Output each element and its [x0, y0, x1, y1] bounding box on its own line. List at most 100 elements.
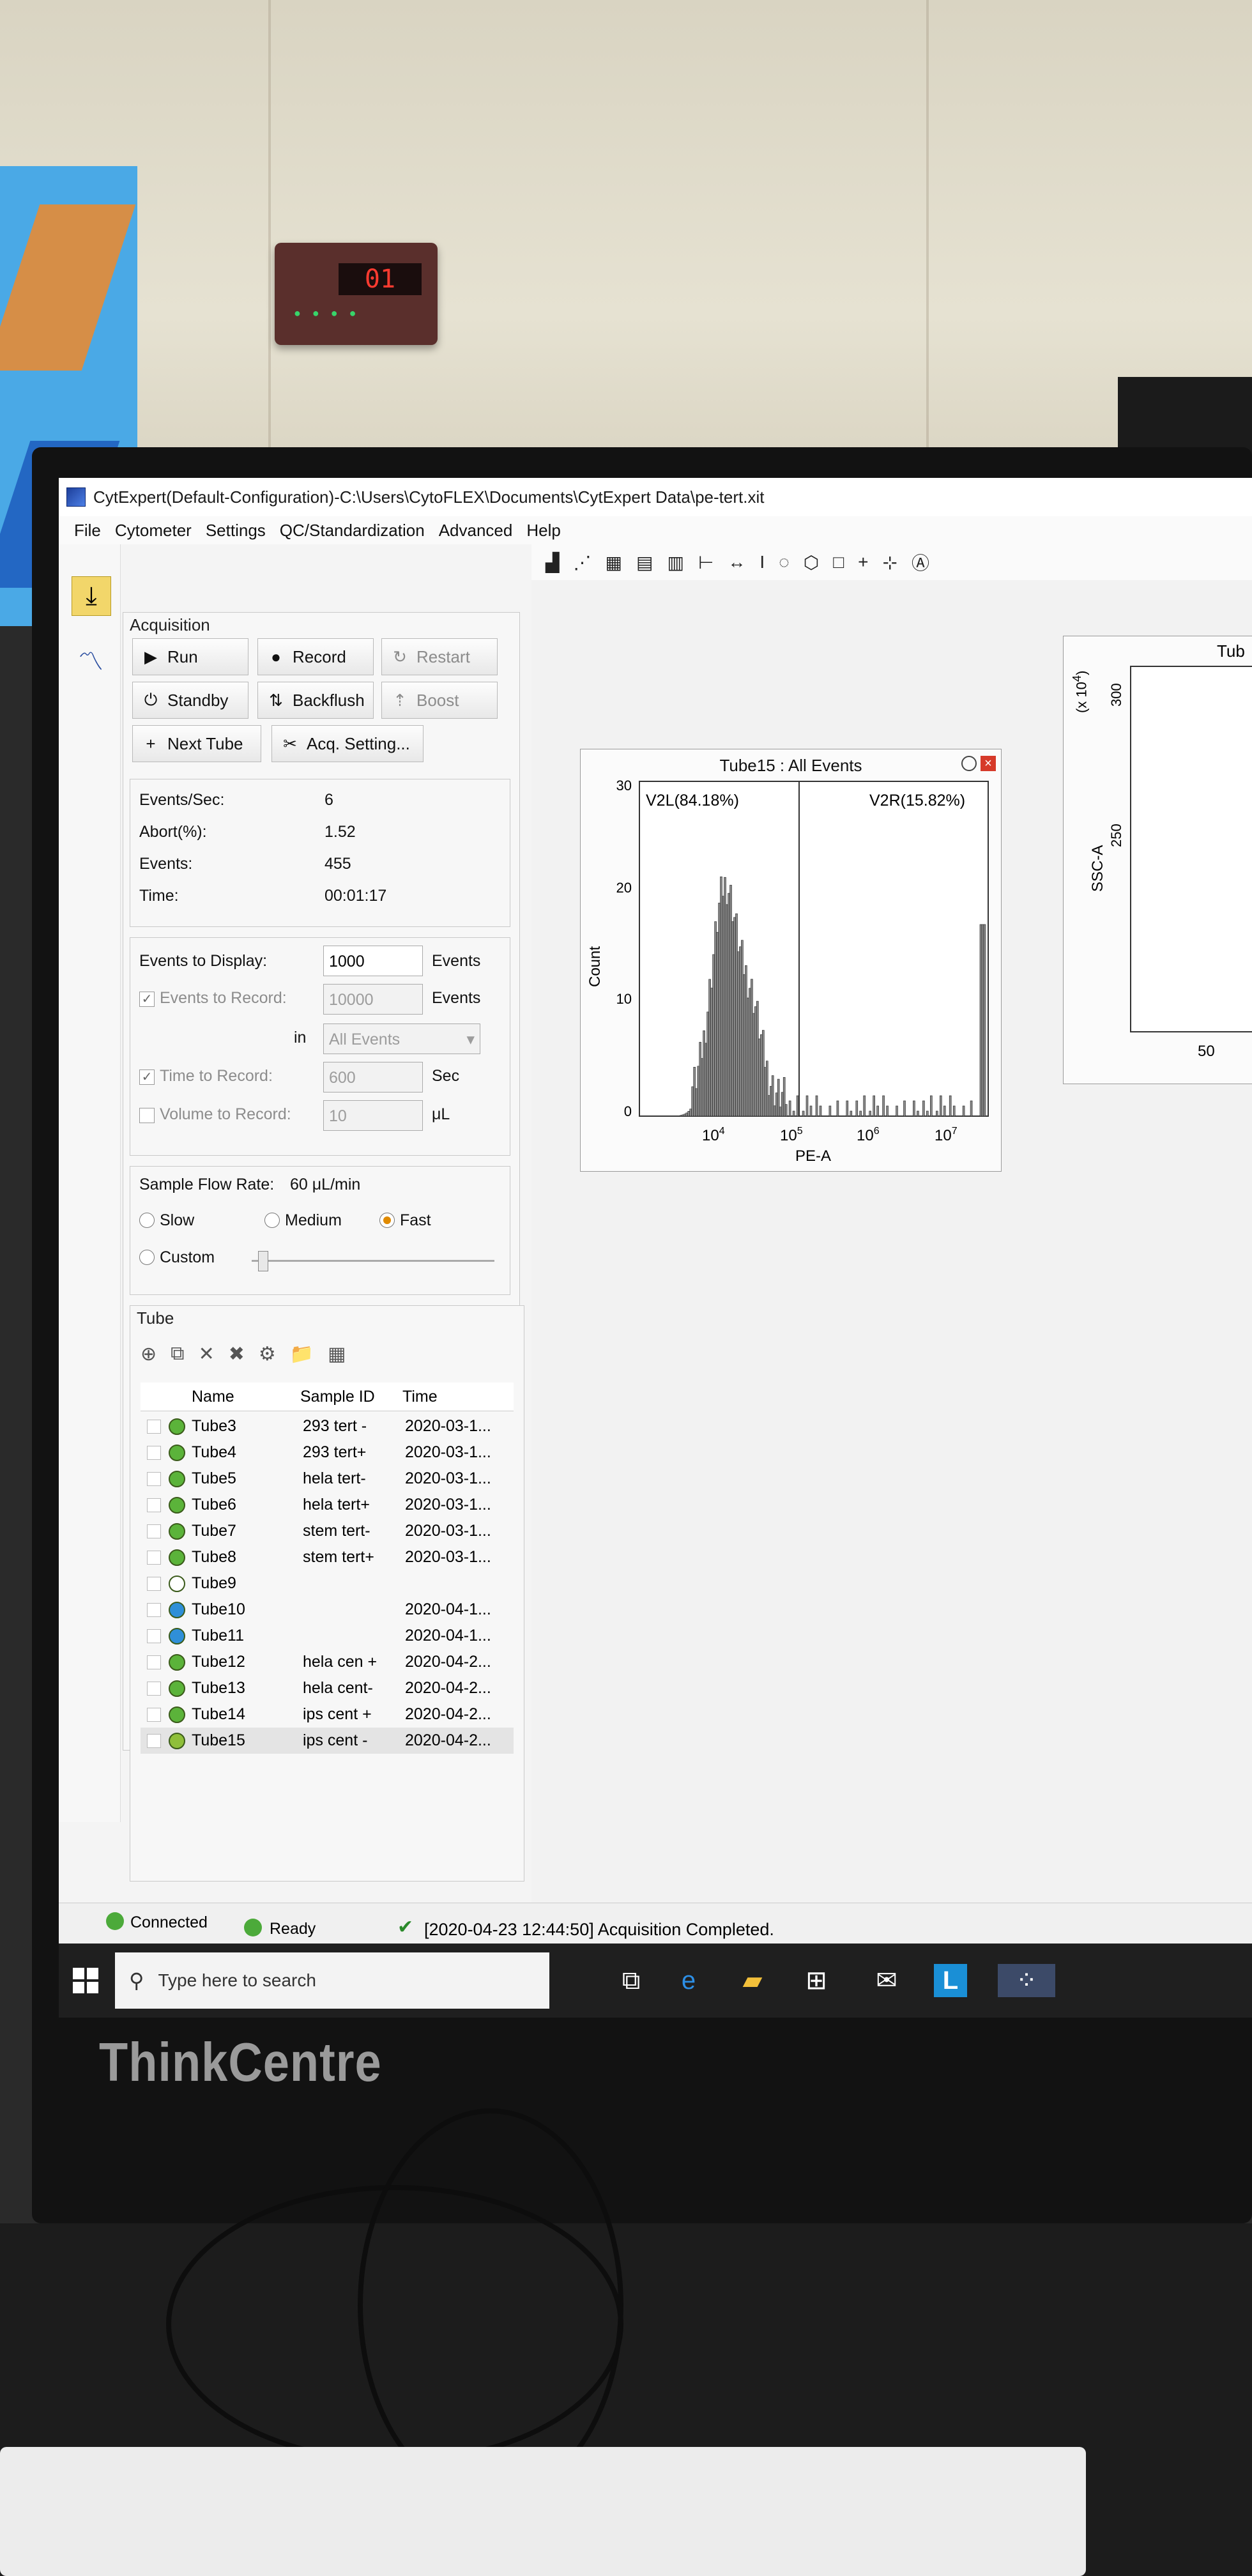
- table-row[interactable]: Tube3 293 tert - 2020-03-1...: [141, 1413, 514, 1439]
- overlay-icon[interactable]: ▤: [636, 552, 653, 573]
- row-checkbox[interactable]: [147, 1655, 161, 1669]
- histogram-bar: [733, 917, 736, 1117]
- flow-medium-radio[interactable]: [264, 1213, 280, 1228]
- rectangle-gate-icon[interactable]: □: [833, 552, 844, 572]
- column-name[interactable]: Name: [192, 1388, 234, 1406]
- acq-setting-button[interactable]: ✂ Acq. Setting...: [271, 725, 424, 762]
- row-checkbox[interactable]: [147, 1498, 161, 1512]
- column-time[interactable]: Time: [402, 1388, 438, 1406]
- record-settings-box: Events to Display: 1000 Events ✓ Events …: [130, 937, 510, 1156]
- row-checkbox[interactable]: [147, 1629, 161, 1643]
- scatter-plot-partial[interactable]: Tub (x 104) SSC-A 300 250 50: [1063, 636, 1252, 1084]
- table-row[interactable]: Tube8 stem tert+ 2020-03-1...: [141, 1544, 514, 1570]
- cytexpert-taskbar-icon[interactable]: ⁘: [998, 1964, 1055, 1997]
- plate-icon[interactable]: ▦: [328, 1343, 346, 1365]
- flow-fast-radio[interactable]: [379, 1213, 395, 1228]
- annotation-icon[interactable]: Ⓐ: [912, 549, 929, 575]
- standby-button[interactable]: ⏻ Standby: [132, 682, 248, 719]
- close-icon[interactable]: ×: [981, 756, 996, 771]
- open-folder-icon[interactable]: 📁: [290, 1343, 314, 1365]
- events-to-record-input[interactable]: 10000: [323, 984, 423, 1015]
- duplicate-tube-icon[interactable]: ⧉: [171, 1343, 184, 1365]
- menu-file[interactable]: File: [74, 521, 101, 540]
- hinged-gate-icon[interactable]: ⊹: [883, 552, 897, 573]
- boost-icon: ⇡: [393, 690, 407, 710]
- volume-to-record-input[interactable]: 10: [323, 1100, 423, 1131]
- mail-icon[interactable]: ✉: [870, 1964, 903, 1997]
- row-checkbox[interactable]: [147, 1446, 161, 1460]
- backflush-button[interactable]: ⇅ Backflush: [257, 682, 374, 719]
- time-to-record-input[interactable]: 600: [323, 1062, 423, 1092]
- add-tube-icon[interactable]: ⊕: [141, 1343, 156, 1365]
- table-row[interactable]: Tube11 2020-04-1...: [141, 1623, 514, 1649]
- window-title: CytExpert(Default-Configuration)-C:\User…: [93, 487, 765, 507]
- boost-button[interactable]: ⇡ Boost: [381, 682, 498, 719]
- linear-gate-icon[interactable]: ↔: [728, 552, 745, 572]
- tube-name: Tube9: [192, 1574, 236, 1592]
- table-row[interactable]: Tube15 ips cent - 2020-04-2...: [141, 1728, 514, 1754]
- row-checkbox[interactable]: [147, 1472, 161, 1486]
- table-row[interactable]: Tube6 hela tert+ 2020-03-1...: [141, 1492, 514, 1518]
- edge-icon[interactable]: e: [672, 1964, 705, 1997]
- histogram-bar: [979, 924, 982, 1117]
- text-cursor-icon[interactable]: I: [760, 552, 765, 572]
- lasso-gate-icon[interactable]: ◌: [779, 552, 790, 572]
- table-row[interactable]: Tube12 hela cen + 2020-04-2...: [141, 1649, 514, 1675]
- events-to-display-input[interactable]: 1000: [323, 946, 423, 976]
- flow-slider-handle[interactable]: [258, 1251, 268, 1271]
- population-select[interactable]: All Events ▾: [323, 1023, 480, 1054]
- store-icon[interactable]: ⊞: [800, 1964, 833, 1997]
- polygon-gate-icon[interactable]: ⬡: [804, 552, 819, 573]
- record-button[interactable]: ● Record: [257, 638, 374, 675]
- table-row[interactable]: Tube4 293 tert+ 2020-03-1...: [141, 1439, 514, 1466]
- flow-slider-track[interactable]: [252, 1260, 494, 1262]
- table-row[interactable]: Tube7 stem tert- 2020-03-1...: [141, 1518, 514, 1544]
- menu-cytometer[interactable]: Cytometer: [115, 521, 192, 540]
- app-l-icon[interactable]: L: [934, 1964, 967, 1997]
- taskbar-search[interactable]: ⚲ Type here to search: [115, 1952, 549, 2009]
- tube-settings-icon[interactable]: ⚙: [259, 1343, 276, 1365]
- table-row[interactable]: Tube10 2020-04-1...: [141, 1597, 514, 1623]
- scatter-icon[interactable]: ⋰: [574, 552, 592, 573]
- menu-help[interactable]: Help: [526, 521, 560, 540]
- stats-table-icon[interactable]: ▥: [667, 552, 683, 573]
- density-icon[interactable]: ▦: [606, 552, 622, 573]
- quad-gate-icon[interactable]: +: [858, 552, 868, 572]
- flow-custom-radio[interactable]: [139, 1250, 155, 1265]
- row-checkbox[interactable]: [147, 1682, 161, 1696]
- table-row[interactable]: Tube14 ips cent + 2020-04-2...: [141, 1701, 514, 1728]
- plot-settings-icon[interactable]: [961, 756, 977, 771]
- histogram-icon[interactable]: ▟: [546, 552, 560, 573]
- windows-start-icon[interactable]: [73, 1968, 98, 1993]
- row-checkbox[interactable]: [147, 1734, 161, 1748]
- next-tube-button[interactable]: + Next Tube: [132, 725, 261, 762]
- run-button[interactable]: ▶ Run: [132, 638, 248, 675]
- row-checkbox[interactable]: [147, 1524, 161, 1538]
- restart-button[interactable]: ↻ Restart: [381, 638, 498, 675]
- flow-slow-radio[interactable]: [139, 1213, 155, 1228]
- hierarchy-icon[interactable]: ⊢: [698, 552, 714, 573]
- row-checkbox[interactable]: [147, 1708, 161, 1722]
- row-checkbox[interactable]: [147, 1603, 161, 1617]
- menu-settings[interactable]: Settings: [206, 521, 266, 540]
- row-checkbox[interactable]: [147, 1577, 161, 1591]
- task-view-icon[interactable]: ⧉: [615, 1964, 648, 1997]
- events-to-record-checkbox[interactable]: ✓: [139, 992, 155, 1007]
- delete-tube-icon[interactable]: ✕: [199, 1343, 215, 1365]
- histogram-bar: [726, 904, 728, 1117]
- histogram-plot[interactable]: Tube15 : All Events × V2L(84.18%) V2R(15…: [580, 749, 1002, 1172]
- column-sample-id[interactable]: Sample ID: [300, 1388, 375, 1406]
- table-row[interactable]: Tube5 hela tert- 2020-03-1...: [141, 1466, 514, 1492]
- time-to-record-checkbox[interactable]: ✓: [139, 1070, 155, 1085]
- row-checkbox[interactable]: [147, 1420, 161, 1434]
- table-row[interactable]: Tube13 hela cent- 2020-04-2...: [141, 1675, 514, 1701]
- acquisition-tab-button[interactable]: ⤓: [72, 576, 111, 616]
- delete-multiple-icon[interactable]: ✖: [229, 1343, 245, 1365]
- menu-advanced[interactable]: Advanced: [439, 521, 513, 540]
- table-row[interactable]: Tube9: [141, 1570, 514, 1597]
- row-checkbox[interactable]: [147, 1551, 161, 1565]
- menu-qc-standardization[interactable]: QC/Standardization: [280, 521, 425, 540]
- file-explorer-icon[interactable]: ▰: [736, 1964, 769, 1997]
- analysis-tab-button[interactable]: 〽: [72, 640, 110, 678]
- volume-to-record-checkbox[interactable]: [139, 1108, 155, 1123]
